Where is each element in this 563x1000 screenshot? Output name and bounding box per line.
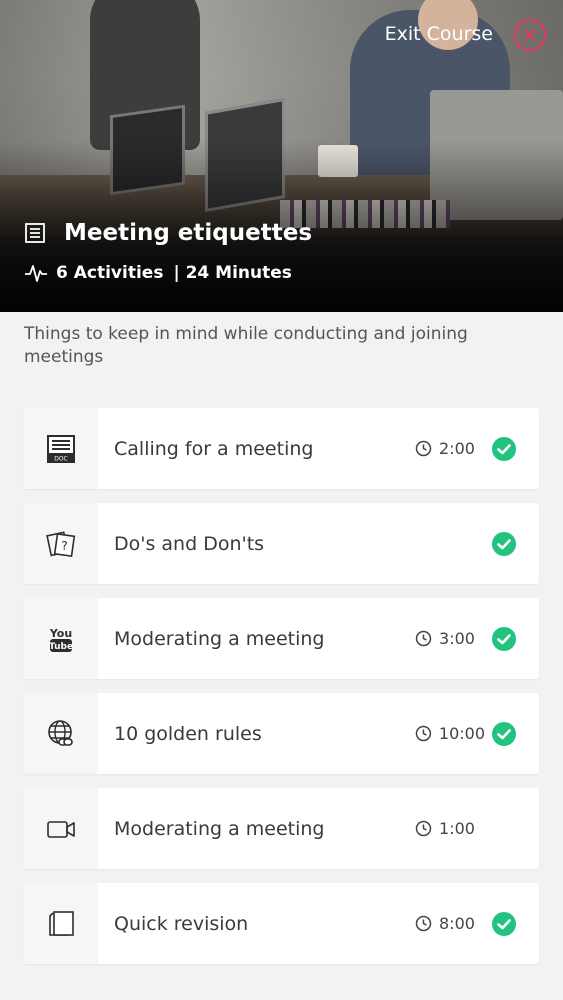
activity-title: Calling for a meeting <box>114 437 314 460</box>
activity-title: 10 golden rules <box>114 722 262 745</box>
not-completed-placeholder <box>491 816 517 842</box>
course-title-row: Meeting etiquettes <box>24 220 312 246</box>
exit-course-link[interactable]: Exit Course <box>385 23 493 45</box>
activity-card[interactable]: Quick revision 8:00 <box>24 883 539 964</box>
flashcards-icon <box>49 910 74 936</box>
svg-text:Tube: Tube <box>49 642 73 652</box>
duration-text: 2:00 <box>439 439 475 458</box>
activity-duration: 10:00 <box>415 724 485 743</box>
activity-title: Moderating a meeting <box>114 627 325 650</box>
course-duration: | 24 Minutes <box>173 263 292 283</box>
completed-check-icon <box>492 911 516 936</box>
completed-check-icon <box>492 626 516 651</box>
activity-card[interactable]: Moderating a meeting 1:00 <box>24 788 539 869</box>
activity-icon-box <box>24 693 98 774</box>
activity-duration: 8:00 <box>415 914 485 933</box>
course-hero: Exit Course Meeting etiquettes 6 Activit… <box>0 0 563 312</box>
activity-icon-box <box>24 883 98 964</box>
activity-title: Do's and Don'ts <box>114 532 265 555</box>
activity-card[interactable]: ? Do's and Don'ts <box>24 503 539 584</box>
duration-text: 8:00 <box>439 914 475 933</box>
question-cards-icon: ? <box>46 530 76 557</box>
course-meta: 6 Activities | 24 Minutes <box>24 262 292 284</box>
clock-icon <box>415 820 432 837</box>
activity-icon-box: You Tube <box>24 598 98 679</box>
youtube-icon: You Tube <box>49 627 73 652</box>
activity-card[interactable]: DOC Calling for a meeting 2:00 <box>24 408 539 489</box>
course-description: Things to keep in mind while conducting … <box>24 324 468 367</box>
duration-text: 3:00 <box>439 629 475 648</box>
clock-icon <box>415 630 432 647</box>
completed-check-icon <box>492 531 516 556</box>
activity-icon-box: ? <box>24 503 98 584</box>
svg-text:You: You <box>49 627 72 640</box>
clock-icon <box>415 915 432 932</box>
video-camera-icon <box>47 820 75 838</box>
completed-check-icon <box>492 721 516 746</box>
activity-icon-box: DOC <box>24 408 98 489</box>
activity-card[interactable]: You Tube Moderating a meeting 3:00 <box>24 598 539 679</box>
course-title: Meeting etiquettes <box>64 220 313 246</box>
clock-icon <box>415 440 432 457</box>
clock-icon <box>415 725 432 742</box>
activity-list: DOC Calling for a meeting 2:00 ? Do's an… <box>24 408 539 978</box>
activity-duration: 1:00 <box>415 819 485 838</box>
close-icon[interactable] <box>514 19 546 51</box>
doc-file-icon: DOC <box>47 434 75 463</box>
svg-text:DOC: DOC <box>54 455 68 462</box>
svg-text:?: ? <box>61 539 67 553</box>
activity-duration: 3:00 <box>415 629 485 648</box>
document-lines-icon <box>25 223 45 243</box>
duration-text: 10:00 <box>438 724 485 743</box>
duration-text: 1:00 <box>439 819 475 838</box>
activity-card[interactable]: 10 golden rules 10:00 <box>24 693 539 774</box>
activity-count: 6 Activities <box>56 263 164 283</box>
completed-check-icon <box>492 436 516 461</box>
activity-duration: 2:00 <box>415 439 485 458</box>
activity-title: Moderating a meeting <box>114 817 325 840</box>
globe-link-icon <box>48 719 73 746</box>
activity-title: Quick revision <box>114 912 249 935</box>
activity-icon-box <box>24 788 98 869</box>
pulse-icon <box>25 265 47 282</box>
